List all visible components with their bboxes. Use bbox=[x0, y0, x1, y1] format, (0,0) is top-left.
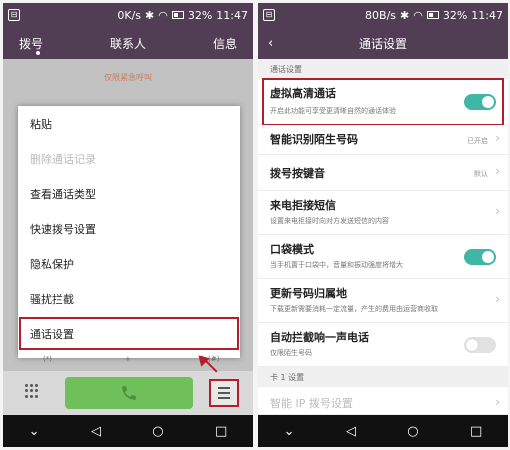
menu-item-privacy[interactable]: 隐私保护 bbox=[18, 246, 240, 281]
home-icon[interactable]: ○ bbox=[407, 424, 418, 439]
battery-icon bbox=[171, 11, 184, 19]
chevron-right-icon: › bbox=[495, 395, 500, 409]
setting-smart-id[interactable]: 智能识别陌生号码 已开启 › bbox=[258, 125, 508, 155]
setting-update-location[interactable]: 更新号码归属地 下载更新需要消耗一定流量，产生的费用由运营商收取 › bbox=[258, 279, 508, 323]
dialer-screen: ⊟ 0K/s ✱ ◠ 32% 11:47 拨号 联系人 信息 仅限紧急呼叫 粘贴… bbox=[3, 3, 253, 447]
title-bar: ‹ 通话设置 bbox=[258, 27, 508, 59]
setting-reject-sms[interactable]: 来电拒接短信 设置来电拒接时向对方发送短信的内容 › bbox=[258, 191, 508, 235]
notification-icon: ⊟ bbox=[8, 9, 20, 21]
chevron-right-icon: › bbox=[495, 164, 500, 178]
menu-item-call-settings[interactable]: 通话设置 bbox=[18, 316, 240, 351]
net-speed: 0K/s bbox=[117, 8, 142, 22]
wifi-icon: ◠ bbox=[158, 8, 168, 22]
clock: 11:47 bbox=[216, 8, 248, 22]
key-star-hint: (*) bbox=[43, 355, 52, 363]
menu-button[interactable] bbox=[209, 379, 239, 407]
setting-title: 更新号码归属地 bbox=[270, 287, 347, 300]
chevron-right-icon: › bbox=[495, 292, 500, 306]
tab-messages[interactable]: 信息 bbox=[213, 35, 237, 52]
signal-icon: ✱ bbox=[145, 8, 155, 22]
battery-percent: 32% bbox=[187, 8, 213, 22]
setting-subtitle: 下载更新需要消耗一定流量，产生的费用由运营商收取 bbox=[270, 305, 438, 313]
phone-icon bbox=[122, 386, 136, 400]
setting-title: 来电拒接短信 bbox=[270, 199, 336, 212]
signal-icon: ✱ bbox=[400, 8, 410, 22]
recents-icon[interactable]: □ bbox=[215, 424, 227, 439]
key-hash-hint: (#) bbox=[208, 355, 220, 363]
setting-auto-block[interactable]: 自动拦截响一声电话 仅限陌生号码 bbox=[258, 323, 508, 367]
setting-title: 智能 IP 拨号设置 bbox=[270, 397, 353, 410]
back-icon[interactable]: ◁ bbox=[91, 424, 101, 439]
dialer-tabs: 拨号 联系人 信息 bbox=[3, 27, 253, 59]
setting-ip-dial[interactable]: 智能 IP 拨号设置 › bbox=[258, 387, 508, 415]
recents-icon[interactable]: □ bbox=[470, 424, 482, 439]
status-bar: ⊟ 0K/s ✱ ◠ 32% 11:47 bbox=[3, 3, 253, 27]
menu-item-paste[interactable]: 粘贴 bbox=[18, 106, 240, 141]
dialpad-icon[interactable] bbox=[25, 384, 39, 398]
call-button[interactable] bbox=[65, 377, 193, 409]
collapse-icon[interactable]: ⌄ bbox=[284, 424, 295, 439]
page-title: 通话设置 bbox=[358, 36, 407, 51]
setting-value: 默认 bbox=[474, 170, 488, 178]
setting-title: 拨号按键音 bbox=[270, 167, 325, 180]
setting-subtitle: 仅限陌生号码 bbox=[270, 349, 312, 357]
chevron-right-icon: › bbox=[495, 131, 500, 145]
auto-block-toggle[interactable] bbox=[464, 337, 496, 353]
setting-pocket-mode[interactable]: 口袋模式 当手机置于口袋中，音量和振动强度将增大 bbox=[258, 235, 508, 279]
back-icon[interactable]: ◁ bbox=[346, 424, 356, 439]
call-settings-screen: ⊟ 80B/s ✱ ◠ 32% 11:47 ‹ 通话设置 通话设置 虚拟高清通话… bbox=[258, 3, 508, 447]
pocket-mode-toggle[interactable] bbox=[464, 249, 496, 265]
menu-item-speed-dial[interactable]: 快速拨号设置 bbox=[18, 211, 240, 246]
active-tab-indicator bbox=[36, 51, 40, 55]
back-arrow-icon[interactable]: ‹ bbox=[268, 36, 273, 51]
setting-title: 自动拦截响一声电话 bbox=[270, 331, 369, 344]
tab-dial[interactable]: 拨号 bbox=[19, 35, 43, 52]
menu-item-call-type[interactable]: 查看通话类型 bbox=[18, 176, 240, 211]
section-header-card1: 卡 1 设置 bbox=[258, 367, 508, 387]
section-header-call: 通话设置 bbox=[258, 59, 508, 79]
home-icon[interactable]: ○ bbox=[152, 424, 163, 439]
menu-item-delete-call-log: 删除通话记录 bbox=[30, 152, 96, 166]
setting-subtitle: 当手机置于口袋中，音量和振动强度将增大 bbox=[270, 261, 403, 269]
wifi-icon: ◠ bbox=[413, 8, 423, 22]
comparison-screenshot: ⊟ 0K/s ✱ ◠ 32% 11:47 拨号 联系人 信息 仅限紧急呼叫 粘贴… bbox=[0, 0, 510, 450]
emergency-text: 仅限紧急呼叫 bbox=[104, 73, 152, 82]
battery-icon bbox=[426, 11, 439, 19]
collapse-icon[interactable]: ⌄ bbox=[29, 424, 40, 439]
menu-item-harassment-block[interactable]: 骚扰拦截 bbox=[18, 281, 240, 316]
navigation-bar: ⌄ ◁ ○ □ bbox=[3, 415, 253, 447]
tab-contacts[interactable]: 联系人 bbox=[110, 35, 146, 52]
key-plus-hint: + bbox=[125, 355, 131, 363]
chevron-right-icon: › bbox=[495, 204, 500, 218]
options-menu: 粘贴 删除通话记录 查看通话类型 快速拨号设置 隐私保护 骚扰拦截 通话设置 bbox=[18, 106, 240, 358]
navigation-bar: ⌄ ◁ ○ □ bbox=[258, 415, 508, 447]
menu-icon bbox=[218, 387, 230, 389]
battery-percent: 32% bbox=[442, 8, 468, 22]
setting-value: 已开启 bbox=[467, 137, 488, 145]
highlight-box bbox=[262, 78, 504, 126]
setting-dial-tone[interactable]: 拨号按键音 默认 › bbox=[258, 155, 508, 191]
clock: 11:47 bbox=[471, 8, 503, 22]
setting-title: 口袋模式 bbox=[270, 243, 314, 256]
status-bar: ⊟ 80B/s ✱ ◠ 32% 11:47 bbox=[258, 3, 508, 27]
notification-icon: ⊟ bbox=[263, 9, 275, 21]
setting-title: 智能识别陌生号码 bbox=[270, 133, 358, 146]
net-speed: 80B/s bbox=[365, 8, 397, 22]
setting-subtitle: 设置来电拒接时向对方发送短信的内容 bbox=[270, 217, 389, 225]
